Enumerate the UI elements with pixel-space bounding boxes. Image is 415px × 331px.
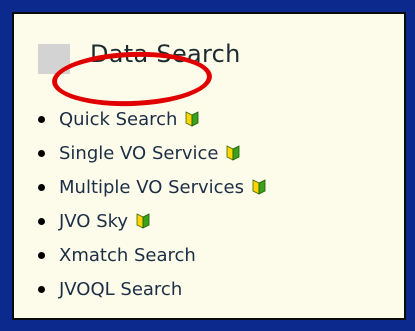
bullet-icon — [38, 149, 45, 157]
multiple-vo-services-link[interactable]: Multiple VO Services — [59, 177, 244, 198]
beginner-leaf-icon — [186, 111, 199, 127]
xmatch-search-link[interactable]: Xmatch Search — [59, 245, 196, 266]
bullet-icon — [38, 251, 45, 259]
bullet-icon — [38, 183, 45, 191]
bullet-icon — [38, 217, 45, 225]
beginner-leaf-icon — [252, 179, 266, 195]
beginner-leaf-icon — [136, 213, 150, 229]
search-link-list: Quick Search Single VO Service Multiple … — [38, 102, 266, 306]
link-item-xmatch-search[interactable]: Xmatch Search — [38, 238, 266, 272]
jvo-sky-link[interactable]: JVO Sky — [59, 211, 128, 232]
bullet-icon — [38, 285, 45, 293]
single-vo-service-link[interactable]: Single VO Service — [59, 143, 218, 164]
link-item-quick-search[interactable]: Quick Search — [38, 102, 266, 136]
quick-search-link[interactable]: Quick Search — [59, 109, 177, 130]
link-item-jvoql-search[interactable]: JVOQL Search — [38, 272, 266, 306]
jvoql-search-link[interactable]: JVOQL Search — [59, 279, 182, 300]
data-search-panel: Data Search Quick Search Single VO Servi… — [12, 12, 406, 320]
bullet-icon — [38, 115, 45, 123]
page-background: Data Search Quick Search Single VO Servi… — [0, 0, 415, 331]
beginner-leaf-icon — [227, 145, 240, 161]
link-item-single-vo-service[interactable]: Single VO Service — [38, 136, 266, 170]
link-item-jvo-sky[interactable]: JVO Sky — [38, 204, 266, 238]
annotation-circle — [51, 49, 213, 109]
link-item-multiple-vo-services[interactable]: Multiple VO Services — [38, 170, 266, 204]
